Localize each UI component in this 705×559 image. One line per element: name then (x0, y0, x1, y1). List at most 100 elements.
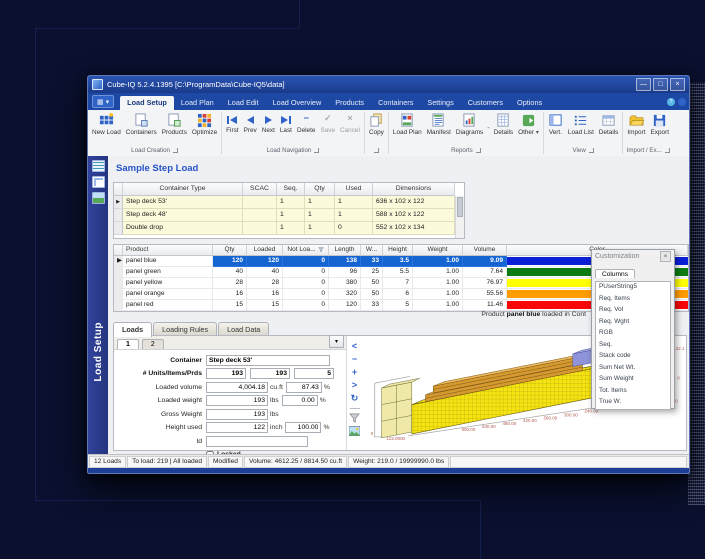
col-scac[interactable]: SCAC (243, 183, 277, 196)
col-used[interactable]: Used (335, 183, 373, 196)
first-button[interactable]: First (224, 112, 240, 135)
style-icon[interactable] (678, 98, 686, 106)
tab-settings[interactable]: Settings (420, 96, 460, 110)
tab-load-data[interactable]: Load Data (218, 322, 269, 335)
save-button[interactable]: ✓Save (318, 112, 337, 135)
dialog-launcher-icon[interactable] (173, 148, 178, 153)
optimize-button[interactable]: Optimize (190, 112, 219, 137)
id-field[interactable] (206, 436, 308, 447)
last-button[interactable]: Last (278, 112, 294, 135)
other-button[interactable]: Other ▾ (516, 112, 541, 137)
dialog-launcher-icon[interactable] (374, 148, 379, 153)
gross-weight-field[interactable] (206, 409, 268, 420)
height-used-pct-field[interactable] (285, 422, 321, 433)
rotate-icon[interactable]: ↻ (351, 393, 359, 404)
tab-load-overview[interactable]: Load Overview (266, 96, 329, 110)
tab-load-edit[interactable]: Load Edit (221, 96, 266, 110)
sidebar-label[interactable]: Load Setup (93, 322, 104, 381)
minimize-button[interactable]: — (636, 78, 651, 91)
col-qty[interactable]: Qty (305, 183, 335, 196)
loaded-weight-pct-field[interactable] (282, 395, 318, 406)
scrollbar-thumb[interactable] (457, 197, 463, 217)
col-volume[interactable]: Volume (463, 245, 507, 256)
prds-field[interactable] (294, 368, 334, 379)
titlebar[interactable]: Cube-IQ 5.2.4.1395 [C:\ProgramData\Cube-… (88, 76, 689, 93)
sidebar-list-icon[interactable] (92, 160, 105, 172)
col-qty[interactable]: Qty (213, 245, 247, 256)
list-item[interactable]: RGB (596, 328, 670, 340)
vert-button[interactable]: Vert. (546, 112, 565, 137)
pager-dropdown-button[interactable]: ▾ (329, 335, 344, 348)
list-item[interactable]: Tot. Items (596, 386, 670, 398)
col-height[interactable]: Height (383, 245, 413, 256)
products-button[interactable]: Products (160, 112, 189, 137)
container-row[interactable]: Double drop 1 1 0 552 x 102 x 134 (114, 222, 455, 235)
col-not-loaded[interactable]: Not Loa... (283, 245, 329, 256)
dialog-launcher-icon[interactable] (476, 148, 481, 153)
col-width[interactable]: W... (361, 245, 383, 256)
new-load-button[interactable]: New Load (90, 112, 123, 137)
container-row[interactable]: Step deck 48' 1 1 1 588 x 102 x 122 (114, 209, 455, 222)
load-list-button[interactable]: Load List (566, 112, 596, 137)
load-plan-button[interactable]: Load Plan (391, 112, 424, 137)
container-field[interactable] (206, 355, 330, 366)
list-item[interactable]: Req. Wght (596, 317, 670, 329)
tab-options[interactable]: Options (510, 96, 549, 110)
diagrams-button[interactable]: Diagrams (454, 112, 485, 137)
tab-products[interactable]: Products (328, 96, 371, 110)
list-item[interactable]: Sum Net Wt. (596, 363, 670, 375)
next-button[interactable]: Next (260, 112, 277, 135)
height-used-field[interactable] (206, 422, 268, 433)
manifest-button[interactable]: Manifest (425, 112, 453, 137)
details-view-button[interactable]: Details (597, 112, 621, 137)
pan-left-icon[interactable]: < (352, 341, 357, 352)
load-page-1[interactable]: 1 (117, 339, 139, 349)
col-container-type[interactable]: Container Type (123, 183, 243, 196)
col-seq[interactable]: Seq. (277, 183, 305, 196)
dialog-launcher-icon[interactable] (589, 148, 594, 153)
prev-button[interactable]: Prev (242, 112, 259, 135)
tab-load-setup[interactable]: Load Setup (120, 96, 174, 110)
containers-scrollbar[interactable] (455, 196, 464, 238)
units-field[interactable] (206, 368, 246, 379)
dialog-launcher-icon[interactable] (314, 148, 319, 153)
list-item[interactable]: Req. Vol (596, 305, 670, 317)
close-button[interactable]: × (670, 78, 685, 91)
list-item[interactable]: Req. Items (596, 294, 670, 306)
maximize-button[interactable]: □ (653, 78, 668, 91)
export-button[interactable]: Export (649, 112, 671, 137)
locked-checkbox[interactable] (206, 451, 214, 455)
zoom-out-icon[interactable]: − (352, 354, 357, 365)
list-item[interactable]: True W. (596, 397, 670, 409)
dialog-launcher-icon[interactable] (665, 148, 670, 153)
col-loaded[interactable]: Loaded (247, 245, 283, 256)
col-length[interactable]: Length (329, 245, 361, 256)
details-report-button[interactable]: Details (492, 112, 516, 137)
zoom-in-icon[interactable]: + (352, 367, 357, 378)
col-product[interactable]: Product (123, 245, 213, 256)
filter-icon[interactable] (318, 247, 324, 253)
copy-button[interactable]: Copy (367, 112, 386, 137)
tab-customers[interactable]: Customers (461, 96, 510, 110)
sidebar-grid-icon[interactable] (92, 176, 105, 188)
delete-button[interactable]: −Delete (295, 112, 317, 135)
app-menu-button[interactable]: ▦ ▾ (92, 95, 114, 108)
tab-loading-rules[interactable]: Loading Rules (153, 322, 217, 335)
cancel-button[interactable]: ×Cancel (338, 112, 362, 135)
container-row[interactable]: ▶ Step deck 53' 1 1 1 636 x 102 x 122 (114, 196, 455, 209)
load-page-2[interactable]: 2 (142, 339, 164, 349)
close-icon[interactable]: × (660, 251, 671, 262)
filter-icon[interactable] (349, 413, 360, 424)
tab-containers[interactable]: Containers (371, 96, 420, 110)
col-weight[interactable]: Weight (413, 245, 463, 256)
loaded-volume-pct-field[interactable] (286, 382, 322, 393)
help-icon[interactable]: ? (667, 98, 675, 106)
list-item[interactable]: Stack code (596, 351, 670, 363)
list-item[interactable]: Sum Weight (596, 374, 670, 386)
col-dimensions[interactable]: Dimensions (373, 183, 455, 196)
containers-button[interactable]: Containers (124, 112, 159, 137)
tab-columns[interactable]: Columns (595, 269, 635, 278)
items-field[interactable] (250, 368, 290, 379)
import-button[interactable]: Import (625, 112, 647, 137)
list-item[interactable]: PUserString5 (596, 282, 670, 294)
